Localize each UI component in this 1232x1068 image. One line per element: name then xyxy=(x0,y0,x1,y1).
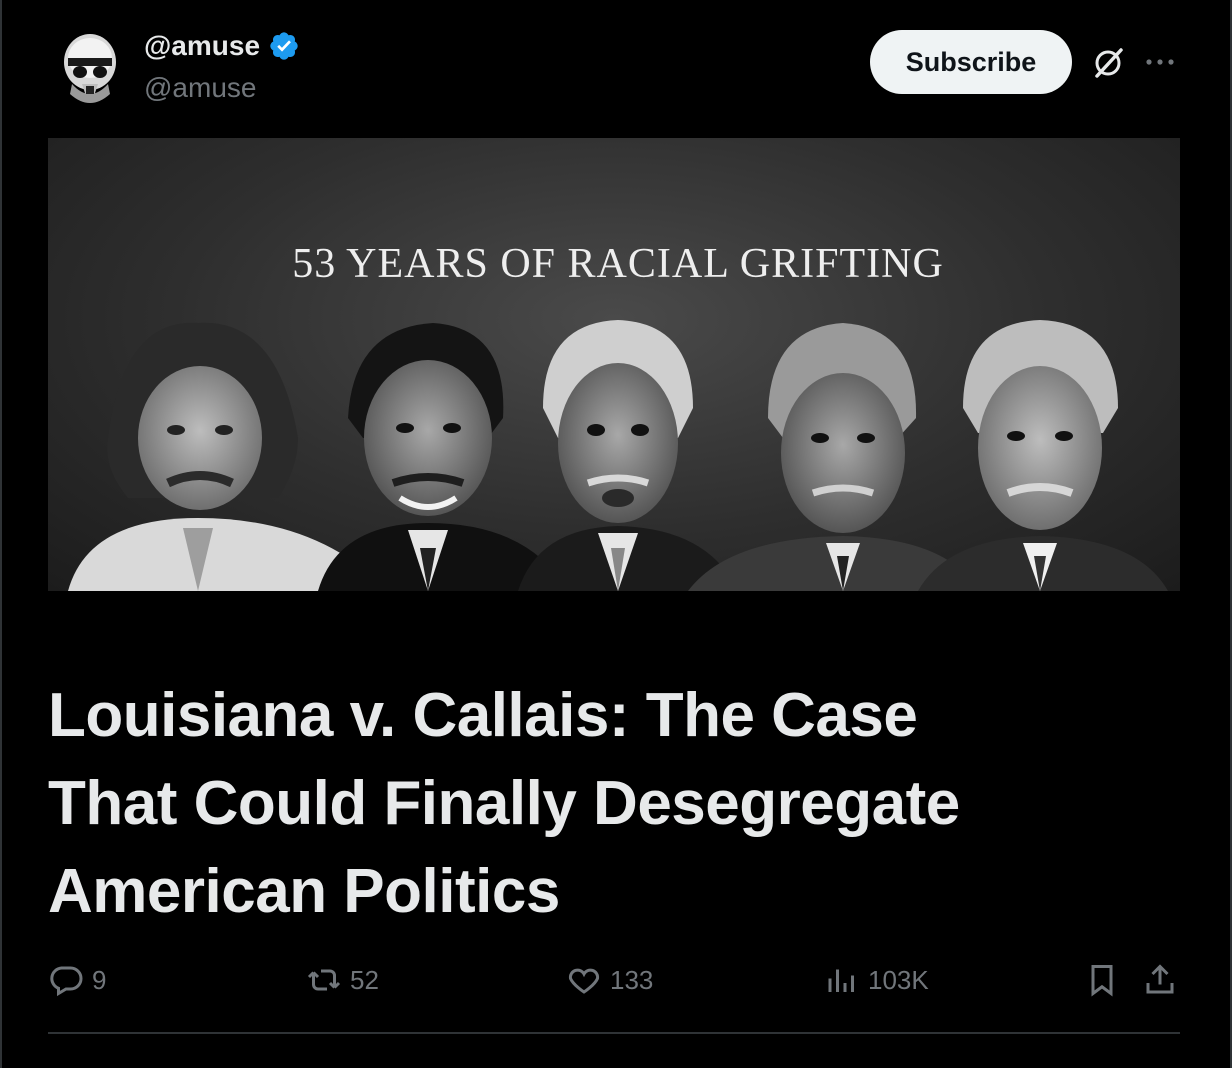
display-name[interactable]: @amuse xyxy=(144,30,260,62)
slashed-circle-icon[interactable] xyxy=(1090,44,1126,80)
more-icon[interactable] xyxy=(1142,50,1178,74)
bookmark-button[interactable] xyxy=(1084,962,1128,998)
views-button[interactable]: 103K xyxy=(824,962,929,998)
bookmark-icon xyxy=(1091,965,1113,997)
repost-count: 52 xyxy=(350,964,379,995)
reply-count: 9 xyxy=(92,964,107,995)
avatar[interactable] xyxy=(52,28,124,108)
portrait-1 xyxy=(68,322,388,591)
subscribe-button[interactable]: Subscribe xyxy=(870,30,1072,94)
views-count: 103K xyxy=(868,964,929,995)
like-count: 133 xyxy=(610,964,654,995)
article-title-line[interactable]: That Could Finally Desegregate xyxy=(48,760,1188,848)
repost-icon xyxy=(307,969,341,991)
share-icon xyxy=(1146,964,1174,994)
share-button[interactable] xyxy=(1142,962,1186,998)
portraits-illustration xyxy=(68,320,1168,591)
user-handle[interactable]: @amuse xyxy=(144,72,256,104)
views-icon xyxy=(828,969,854,992)
article-title[interactable]: Louisiana v. Callais: The Case That Coul… xyxy=(48,672,1188,936)
repost-button[interactable]: 52 xyxy=(306,962,379,998)
article-banner-image[interactable] xyxy=(48,138,1180,591)
portrait-5 xyxy=(918,320,1168,591)
article-title-line[interactable]: Louisiana v. Callais: The Case xyxy=(48,672,1188,760)
stormtrooper-avatar-icon xyxy=(52,28,124,108)
heart-icon xyxy=(568,968,600,994)
divider xyxy=(48,1032,1180,1034)
reply-button[interactable]: 9 xyxy=(48,962,106,998)
portrait-4 xyxy=(688,323,978,591)
article-title-line[interactable]: American Politics xyxy=(48,848,1188,936)
portrait-2 xyxy=(318,323,568,591)
banner-title: 53 YEARS OF RACIAL GRIFTING xyxy=(292,241,944,287)
like-button[interactable]: 133 xyxy=(566,962,653,998)
action-bar: 9 52 133 103K xyxy=(48,962,1180,1012)
tweet-container: @amuse @amuse Subscribe 53 YEARS OF RACI… xyxy=(0,0,1232,1068)
display-name-row[interactable]: @amuse xyxy=(144,30,300,62)
portrait-3 xyxy=(518,320,738,591)
reply-icon xyxy=(50,966,83,997)
verified-badge-icon xyxy=(270,32,298,60)
